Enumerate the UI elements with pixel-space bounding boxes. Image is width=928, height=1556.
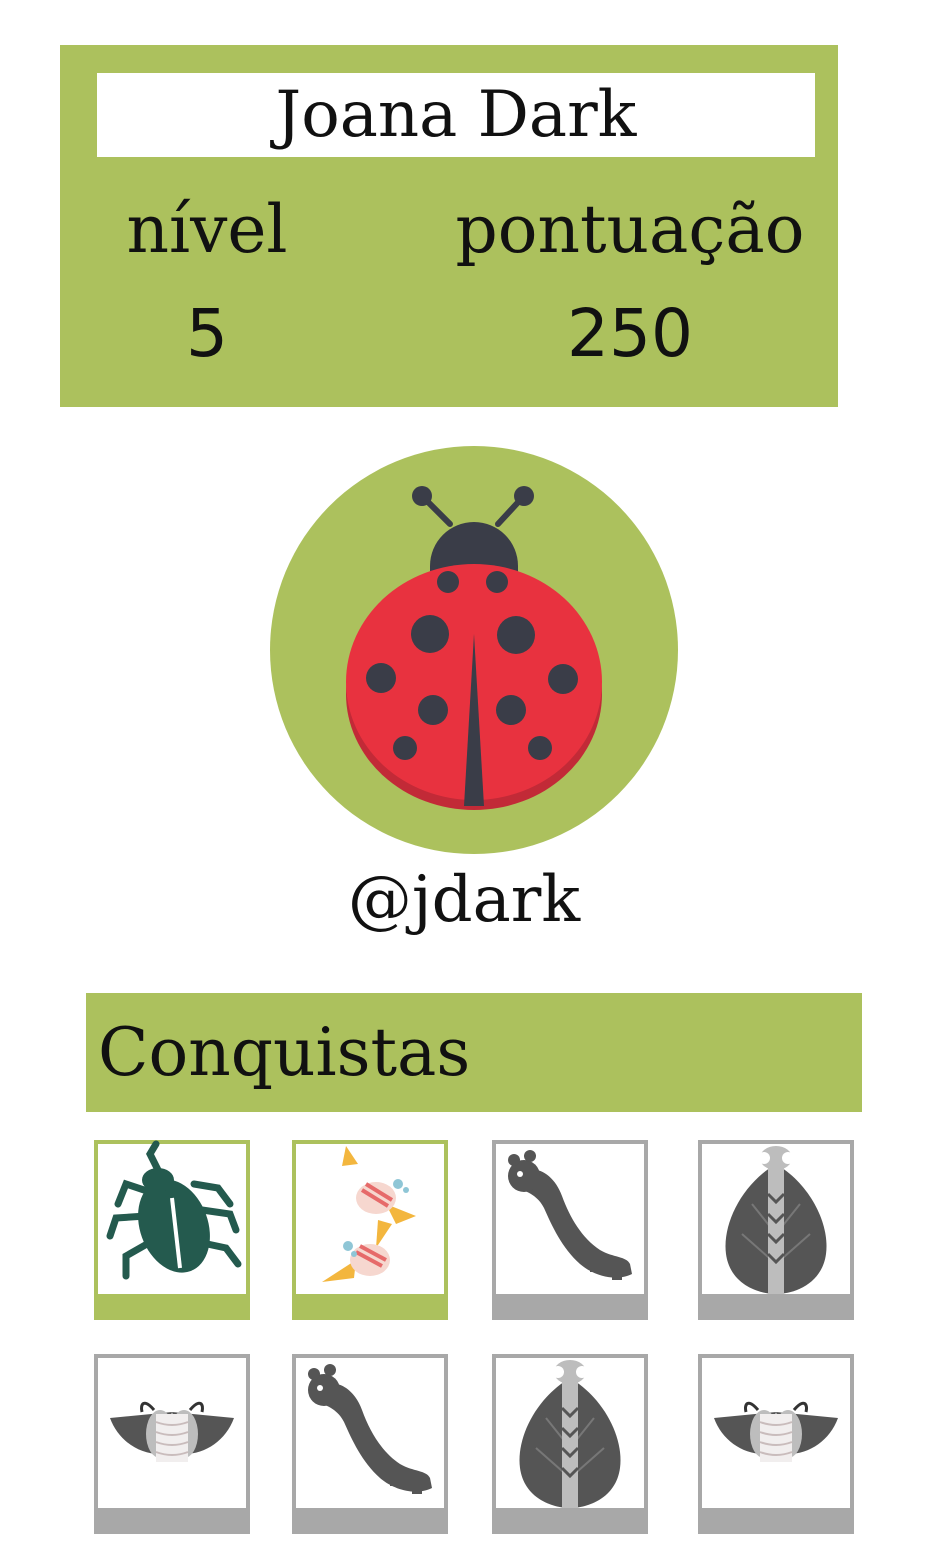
moths-icon xyxy=(714,1401,838,1462)
score-value: 250 xyxy=(567,295,693,372)
cicada-icon xyxy=(519,1360,621,1508)
achievements-title: Conquistas xyxy=(86,993,862,1112)
achievement-badge[interactable] xyxy=(292,1140,448,1320)
badge-status-bar xyxy=(698,1296,854,1320)
badge-status-bar xyxy=(94,1510,250,1534)
profile-card: Joana Dark nível pontuação 5 250 xyxy=(60,45,838,407)
caterpillar-icon xyxy=(508,1150,632,1280)
achievement-badge[interactable] xyxy=(492,1140,648,1320)
achievement-badge[interactable] xyxy=(292,1354,448,1534)
badge-status-bar xyxy=(492,1510,648,1534)
level-value: 5 xyxy=(186,295,228,372)
achievement-badge[interactable] xyxy=(94,1140,250,1320)
bees-icon xyxy=(322,1146,416,1282)
player-name: Joana Dark xyxy=(97,73,815,157)
achievement-badge[interactable] xyxy=(698,1354,854,1534)
achievement-badge[interactable] xyxy=(698,1140,854,1320)
caterpillar-icon xyxy=(308,1364,432,1494)
badge-status-bar xyxy=(292,1296,448,1320)
cicada-icon xyxy=(725,1146,827,1294)
badge-status-bar xyxy=(492,1296,648,1320)
achievement-badge[interactable] xyxy=(94,1354,250,1534)
moths-icon xyxy=(110,1401,234,1462)
badge-status-bar xyxy=(94,1296,250,1320)
beetle-icon xyxy=(106,1140,242,1280)
achievement-badge[interactable] xyxy=(492,1354,648,1534)
badge-status-bar xyxy=(698,1510,854,1534)
avatar[interactable] xyxy=(270,446,678,854)
level-label: nível xyxy=(126,191,288,268)
badge-status-bar xyxy=(292,1510,448,1534)
username: @jdark xyxy=(347,863,581,937)
score-label: pontuação xyxy=(455,191,805,268)
